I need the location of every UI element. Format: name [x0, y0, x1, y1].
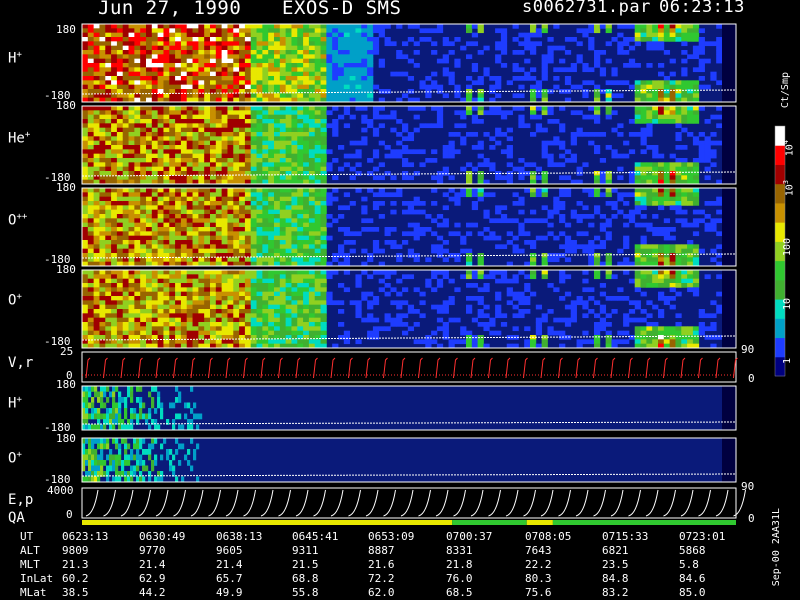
ephemeris-cell: 68.5: [446, 586, 473, 599]
colorbar-tick-10e4: 104: [782, 140, 796, 157]
colorbar-unit: Ct/Smp: [780, 72, 791, 109]
ephemeris-cell: 23.5: [602, 558, 629, 571]
panel-label-o-plusplus: O++: [8, 212, 28, 229]
colorbar-swatch: [775, 318, 785, 339]
colorbar-tick-10e3: 103: [782, 180, 796, 197]
ephemeris-cell: 22.2: [525, 558, 552, 571]
tick-h-top: 180: [56, 23, 76, 36]
tick-ep-top: 4000: [47, 484, 74, 497]
ephemeris-cell: 0645:41: [292, 530, 339, 543]
ephemeris-cell: 0653:09: [368, 530, 415, 543]
ephemeris-cell: 65.7: [216, 572, 243, 585]
tick-vr-top: 25: [60, 345, 74, 358]
ephemeris-cell: 21.6: [368, 558, 395, 571]
tick-ep-right: 90: [741, 480, 755, 493]
colorbar-swatch: [775, 260, 785, 281]
qa-bar-segment: [526, 520, 553, 525]
ephemeris-cell: 21.3: [62, 558, 89, 571]
colorbar-swatch: [775, 337, 785, 358]
tick-vr-right: 90: [741, 343, 755, 356]
ephemeris-cell: 55.8: [292, 586, 319, 599]
ephemeris-cell: 7643: [525, 544, 552, 557]
colorbar-tick-100: 100: [782, 238, 793, 257]
panel-label-h-plus: H+: [8, 50, 22, 67]
panel-label-he-plus: He+: [8, 130, 31, 147]
ephemeris-cell: 85.0: [679, 586, 706, 599]
ephemeris-row-label: UT: [20, 530, 34, 543]
ephemeris-cell: 5.8: [679, 558, 699, 571]
ephemeris-cell: 0723:01: [679, 530, 726, 543]
ephemeris-cell: 21.5: [292, 558, 319, 571]
tick-ep-zero: 0: [66, 508, 73, 521]
ephemeris-cell: 60.2: [62, 572, 89, 585]
ephemeris-row-label: MLT: [20, 558, 40, 571]
ephemeris-cell: 0715:33: [602, 530, 649, 543]
ephemeris-cell: 0708:05: [525, 530, 572, 543]
ephemeris-cell: 5868: [679, 544, 706, 557]
panel-label-vr: V,r: [8, 355, 34, 371]
tick-h2-top: 180: [56, 378, 76, 391]
ephemeris-cell: 68.8: [292, 572, 319, 585]
ephemeris-cell: 84.6: [679, 572, 706, 585]
ephemeris-cell: 49.9: [216, 586, 243, 599]
ephemeris-cell: 62.0: [368, 586, 395, 599]
ephemeris-cell: 83.2: [602, 586, 629, 599]
ephemeris-cell: 21.4: [139, 558, 166, 571]
ephemeris-cell: 72.2: [368, 572, 395, 585]
footer-version: Sep-00 2AA31L: [771, 508, 782, 587]
ephemeris-cell: 9770: [139, 544, 166, 557]
panel-label-h-plus-2: H+: [8, 395, 22, 412]
ephemeris-cell: 9311: [292, 544, 319, 557]
tick-opp-top: 180: [56, 181, 76, 194]
ephemeris-cell: 9809: [62, 544, 89, 557]
tick-ep-right-zero: 0: [748, 512, 755, 525]
ephemeris-cell: 9605: [216, 544, 243, 557]
panel-label-o-plus: O+: [8, 292, 22, 309]
ephemeris-cell: 0638:13: [216, 530, 263, 543]
tick-o2-top: 180: [56, 432, 76, 445]
qa-bar-segment: [452, 520, 527, 525]
ephemeris-cell: 80.3: [525, 572, 552, 585]
ephemeris-cell: 6821: [602, 544, 629, 557]
tick-vr-right-zero: 0: [748, 372, 755, 385]
ephemeris-cell: 0630:49: [139, 530, 186, 543]
ephemeris-cell: 21.8: [446, 558, 473, 571]
ephemeris-cell: 38.5: [62, 586, 89, 599]
panel-label-o-plus-2: O+: [8, 450, 22, 467]
ephemeris-cell: 21.4: [216, 558, 243, 571]
tick-op-top: 180: [56, 263, 76, 276]
ephemeris-cell: 75.6: [525, 586, 552, 599]
ephemeris-cell: 8331: [446, 544, 473, 557]
colorbar-tick-10: 10: [782, 298, 793, 311]
ephemeris-cell: 84.8: [602, 572, 629, 585]
ephemeris-row-label: ALT: [20, 544, 40, 557]
ephemeris-cell: 0700:37: [446, 530, 493, 543]
ephemeris-cell: 62.9: [139, 572, 166, 585]
tick-he-top: 180: [56, 99, 76, 112]
qa-bar-segment: [82, 520, 453, 525]
ephemeris-cell: 44.2: [139, 586, 166, 599]
panel-label-ep: E,p: [8, 492, 34, 508]
ephemeris-row-label: MLat: [20, 586, 47, 599]
panel-label-qa: QA: [8, 510, 25, 526]
panel-bg-vr: [82, 352, 736, 382]
ephemeris-table: UT ALT MLT InLat MLat 0623:13 9809 21.3 60.2 38.5…: [0, 530, 760, 600]
ephemeris-cell: 0623:13: [62, 530, 109, 543]
colorbar-tick-1: 1: [782, 358, 793, 365]
spectrogram-plot: [81, 23, 786, 525]
ephemeris-row-label: InLat: [20, 572, 54, 585]
ephemeris-cell: 8887: [368, 544, 395, 557]
ephemeris-cell: 76.0: [446, 572, 473, 585]
qa-bar-segment: [552, 520, 736, 525]
colorbar-swatch: [775, 279, 785, 300]
colorbar-swatch: [775, 202, 785, 223]
